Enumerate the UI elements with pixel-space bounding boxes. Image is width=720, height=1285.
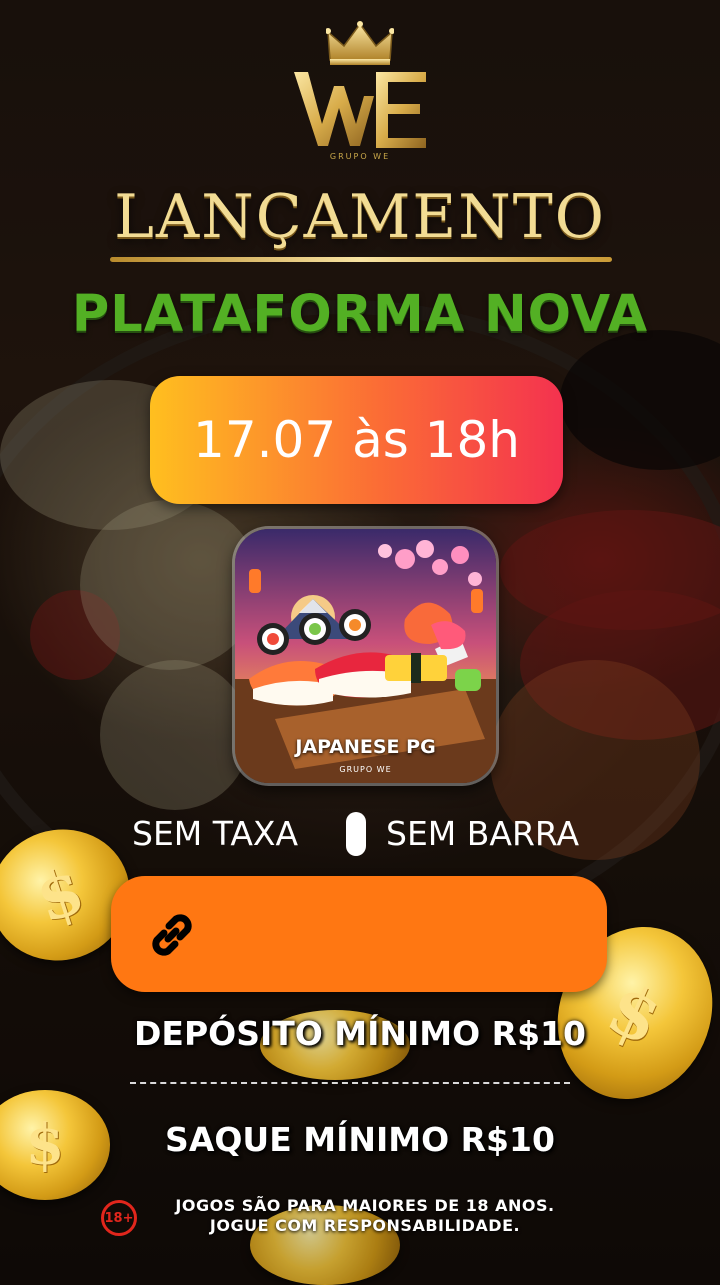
brand-logo xyxy=(294,72,426,148)
minimum-deposit: DEPÓSITO MÍNIMO R$10 xyxy=(134,1014,586,1053)
dashed-divider xyxy=(130,1082,570,1084)
brand-group-label: GRUPO WE xyxy=(329,152,391,161)
headline-subtitle: PLATAFORMA NOVA xyxy=(71,285,649,344)
title-underline xyxy=(110,257,612,262)
feature-no-limit: SEM BARRA xyxy=(386,814,580,853)
feature-no-fee: SEM TAXA xyxy=(132,814,299,853)
age-18-badge: 18+ xyxy=(101,1200,137,1236)
headline-title: LANÇAMENTO xyxy=(114,182,606,252)
crown-icon xyxy=(326,21,394,65)
app-group-label: GRUPO WE xyxy=(339,765,392,774)
minimum-withdraw: SAQUE MÍNIMO R$10 xyxy=(165,1120,555,1159)
feature-divider xyxy=(346,812,366,856)
age-warning-line1: JOGOS SÃO PARA MAIORES DE 18 ANOS. xyxy=(175,1196,555,1215)
age-warning-line2: JOGUE COM RESPONSABILIDADE. xyxy=(209,1216,521,1235)
launch-datetime: 17.07 às 18h xyxy=(193,411,520,469)
launch-date-pill: 17.07 às 18h xyxy=(150,376,563,504)
link-icon xyxy=(152,914,192,956)
app-name: JAPANESE PG xyxy=(295,736,436,758)
